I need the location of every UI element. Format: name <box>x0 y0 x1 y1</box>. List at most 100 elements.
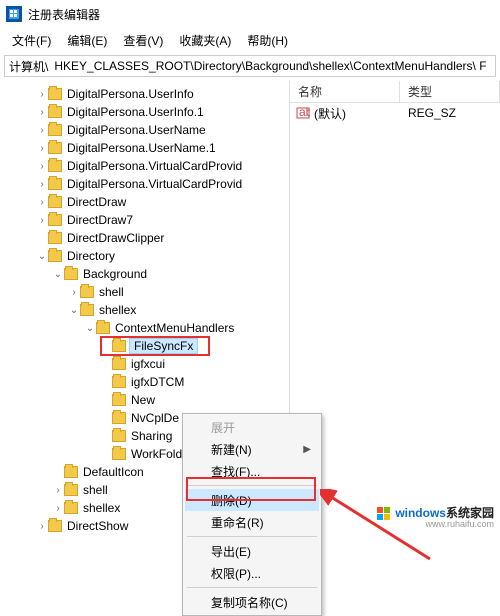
tree-item[interactable]: › DirectDraw7 <box>0 211 289 229</box>
address-label: 计算机\ <box>5 58 52 75</box>
menu-help[interactable]: 帮助(H) <box>241 30 294 51</box>
tree-item[interactable]: ⌄ shellex <box>0 301 289 319</box>
tree-item[interactable]: › DigitalPersona.UserName.1 <box>0 139 289 157</box>
address-bar[interactable]: 计算机\ HKEY_CLASSES_ROOT\Directory\Backgro… <box>4 55 496 77</box>
tree-item[interactable]: ⌄ContextMenuHandlers <box>0 319 289 337</box>
tree-item[interactable]: › DigitalPersona.UserInfo <box>0 85 289 103</box>
tree-item[interactable]: DirectDrawClipper <box>0 229 289 247</box>
menubar: 文件(F) 编辑(E) 查看(V) 收藏夹(A) 帮助(H) <box>0 28 500 53</box>
tree-item-label: DigitalPersona.UserName <box>65 123 208 137</box>
expand-toggle-icon[interactable]: › <box>36 89 48 100</box>
value-name: (默认) <box>314 105 408 122</box>
tree-item[interactable]: ›DigitalPersona.VirtualCardProvid <box>0 157 289 175</box>
tree-item-label: DirectShow <box>65 519 130 533</box>
expand-toggle-icon[interactable]: › <box>52 485 64 496</box>
tree-item-label: DigitalPersona.UserName.1 <box>65 141 218 155</box>
tree-item[interactable]: › DigitalPersona.UserName <box>0 121 289 139</box>
folder-icon <box>112 376 126 388</box>
tree-item-label: shellex <box>81 501 122 515</box>
list-row[interactable]: ab (默认)REG_SZ <box>290 103 500 123</box>
folder-icon <box>64 466 78 478</box>
expand-toggle-icon[interactable]: › <box>36 179 48 190</box>
expand-toggle-icon[interactable]: › <box>36 521 48 532</box>
tree-item-label: DigitalPersona.UserInfo.1 <box>65 105 206 119</box>
folder-icon <box>112 412 126 424</box>
address-path: HKEY_CLASSES_ROOT\Directory\Background\s… <box>52 59 495 73</box>
tree-item[interactable]: FileSyncFx <box>0 337 289 355</box>
watermark: windows系统家园 www.ruhaifu.com <box>377 504 494 529</box>
folder-icon <box>48 142 62 154</box>
folder-icon <box>80 304 94 316</box>
menu-edit[interactable]: 编辑(E) <box>61 30 113 51</box>
expand-toggle-icon[interactable]: › <box>36 161 48 172</box>
expand-toggle-icon[interactable]: › <box>36 143 48 154</box>
folder-icon <box>48 520 62 532</box>
tree-item-label: DefaultIcon <box>81 465 146 479</box>
tree-item-label: WorkFold <box>129 447 184 461</box>
tree-item-label: DigitalPersona.UserInfo <box>65 87 196 101</box>
folder-icon <box>48 106 62 118</box>
col-header-type[interactable]: 类型 <box>400 81 500 102</box>
menu-separator <box>187 587 317 588</box>
menu-view[interactable]: 查看(V) <box>117 30 169 51</box>
context-menu-item[interactable]: 删除(D) <box>185 489 319 511</box>
tree-item[interactable]: New <box>0 391 289 409</box>
expand-toggle-icon[interactable]: ⌄ <box>52 269 64 280</box>
context-menu-item[interactable]: 复制项名称(C) <box>185 591 319 613</box>
expand-toggle-icon[interactable]: ⌄ <box>36 251 48 262</box>
tree-item-label: Directory <box>65 249 117 263</box>
folder-icon <box>48 196 62 208</box>
submenu-arrow-icon: ▶ <box>303 444 311 455</box>
tree-item-label: shellex <box>97 303 138 317</box>
tree-item[interactable]: igfxcui <box>0 355 289 373</box>
context-menu-item[interactable]: 重命名(R) <box>185 511 319 533</box>
tree-item-label: Background <box>81 267 149 281</box>
tree-item-label: DirectDraw <box>65 195 128 209</box>
folder-icon <box>48 160 62 172</box>
list-rows: ab (默认)REG_SZ <box>290 103 500 123</box>
folder-icon <box>112 448 126 460</box>
expand-toggle-icon[interactable]: ⌄ <box>68 305 80 316</box>
tree-item-label: FileSyncFx <box>129 338 198 354</box>
context-menu-item[interactable]: 查找(F)... <box>185 460 319 482</box>
expand-toggle-icon[interactable]: › <box>36 197 48 208</box>
value-type: REG_SZ <box>408 106 456 120</box>
tree-item[interactable]: › DigitalPersona.UserInfo.1 <box>0 103 289 121</box>
folder-icon <box>96 322 110 334</box>
menu-separator <box>187 536 317 537</box>
context-menu: 展开新建(N)▶查找(F)... 删除(D)重命名(R) 导出(E)权限(P)...… <box>182 413 322 616</box>
folder-icon <box>48 250 62 262</box>
context-menu-item: 展开 <box>185 416 319 438</box>
expand-toggle-icon[interactable]: › <box>36 215 48 226</box>
tree-item-label: igfxcui <box>129 357 167 371</box>
window-title: 注册表编辑器 <box>28 6 100 23</box>
expand-toggle-icon[interactable]: › <box>68 287 80 298</box>
folder-icon <box>64 502 78 514</box>
expand-toggle-icon[interactable]: › <box>52 503 64 514</box>
tree-item[interactable]: ⌄ Background <box>0 265 289 283</box>
tree-item[interactable]: ›shell <box>0 283 289 301</box>
folder-icon <box>112 358 126 370</box>
tree-item-label: DirectDraw7 <box>65 213 135 227</box>
menu-separator <box>187 485 317 486</box>
expand-toggle-icon[interactable]: › <box>36 107 48 118</box>
svg-text:ab: ab <box>299 106 310 119</box>
folder-icon <box>48 178 62 190</box>
folder-icon <box>64 268 78 280</box>
expand-toggle-icon[interactable]: › <box>36 125 48 136</box>
context-menu-item[interactable]: 导出(E) <box>185 540 319 562</box>
menu-favorites[interactable]: 收藏夹(A) <box>173 30 237 51</box>
tree-item-label: DirectDrawClipper <box>65 231 166 245</box>
tree-item[interactable]: ›DigitalPersona.VirtualCardProvid <box>0 175 289 193</box>
context-menu-item[interactable]: 权限(P)... <box>185 562 319 584</box>
expand-toggle-icon[interactable]: ⌄ <box>84 323 96 334</box>
tree-item[interactable]: › DirectDraw <box>0 193 289 211</box>
tree-item[interactable]: ⌄ Directory <box>0 247 289 265</box>
col-header-name[interactable]: 名称 <box>290 81 400 102</box>
tree-item-label: shell <box>81 483 110 497</box>
tree-item-label: NvCplDe <box>129 411 181 425</box>
menu-file[interactable]: 文件(F) <box>6 30 57 51</box>
tree-item[interactable]: igfxDTCM <box>0 373 289 391</box>
folder-icon <box>80 286 94 298</box>
context-menu-item[interactable]: 新建(N)▶ <box>185 438 319 460</box>
